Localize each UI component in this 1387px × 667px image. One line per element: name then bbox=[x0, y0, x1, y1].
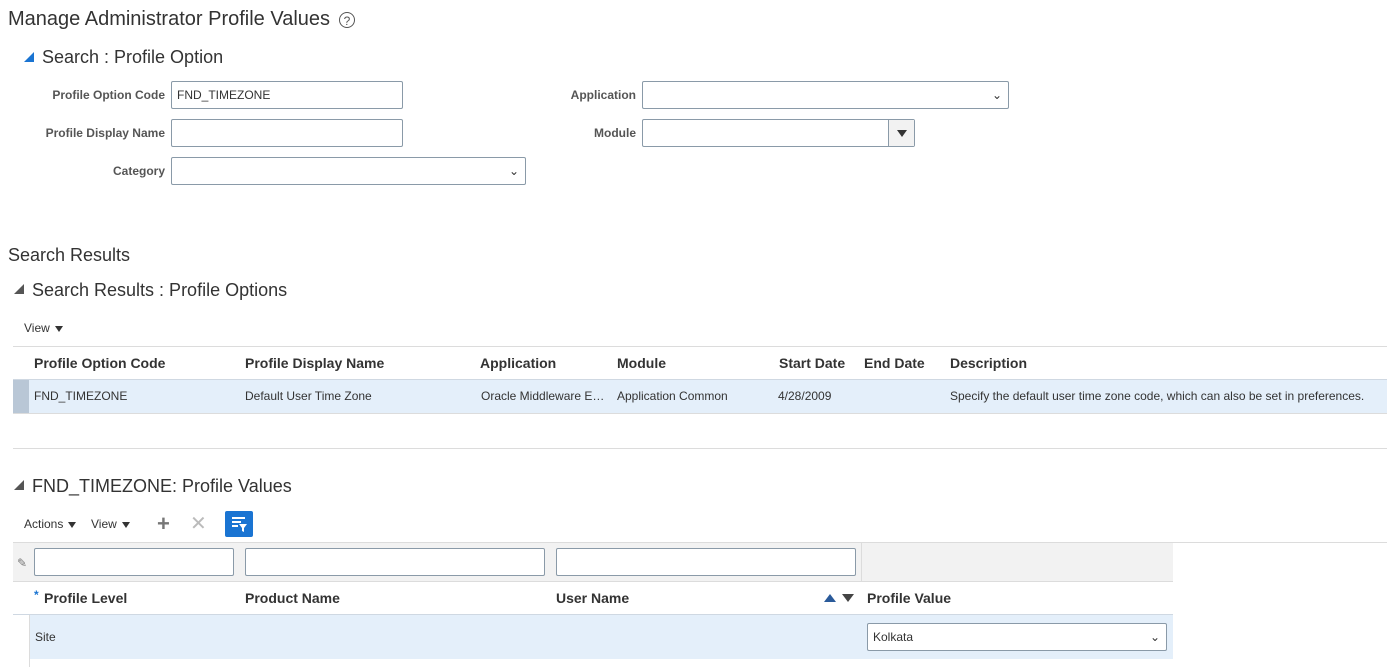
view-menu[interactable]: View bbox=[91, 517, 130, 531]
column-header-profile-level[interactable]: Profile Level bbox=[44, 590, 127, 606]
query-by-example-icon bbox=[232, 517, 247, 532]
chevron-down-icon: ⌄ bbox=[991, 88, 1002, 102]
chevron-down-icon: ⌄ bbox=[508, 164, 519, 178]
table-top-border bbox=[13, 346, 1387, 347]
profile-value-select[interactable]: Kolkata ⌄ bbox=[867, 623, 1167, 651]
column-header-product-name[interactable]: Product Name bbox=[245, 590, 340, 606]
row-gutter bbox=[13, 615, 30, 667]
profile-values-header[interactable]: FND_TIMEZONE: Profile Values bbox=[32, 476, 292, 497]
caret-down-icon bbox=[68, 521, 77, 528]
actions-menu-label: Actions bbox=[24, 517, 64, 531]
filter-profile-level-input[interactable] bbox=[34, 548, 234, 576]
results-panel-header[interactable]: Search Results : Profile Options bbox=[32, 280, 287, 301]
page-title: Manage Administrator Profile Values bbox=[8, 8, 331, 30]
column-header-user-name[interactable]: User Name bbox=[556, 590, 629, 606]
category-select[interactable]: ⌄ bbox=[171, 157, 526, 185]
section-divider bbox=[13, 448, 1387, 449]
actions-menu[interactable]: Actions bbox=[24, 517, 77, 531]
module-combobox[interactable] bbox=[642, 119, 915, 147]
application-select[interactable]: ⌄ bbox=[642, 81, 1009, 109]
collapse-triangle-icon[interactable] bbox=[24, 52, 34, 62]
collapse-triangle-icon[interactable] bbox=[14, 284, 24, 294]
filter-bottom-border bbox=[13, 581, 1173, 582]
cell-start-date: 4/28/2009 bbox=[778, 389, 832, 403]
column-header-profile-value[interactable]: Profile Value bbox=[867, 590, 951, 606]
cell-description: Specify the default user time zone code,… bbox=[950, 389, 1365, 403]
column-header-start-date[interactable]: Start Date bbox=[779, 355, 845, 371]
view-menu-label: View bbox=[91, 517, 117, 531]
cell-profile-option-code: FND_TIMEZONE bbox=[34, 389, 128, 403]
category-label: Category bbox=[112, 164, 165, 178]
search-results-title: Search Results bbox=[8, 245, 131, 265]
column-header-description[interactable]: Description bbox=[950, 355, 1027, 371]
search-section-header[interactable]: Search : Profile Option bbox=[42, 47, 223, 68]
help-icon[interactable]: ? bbox=[339, 12, 355, 28]
required-marker: * bbox=[34, 588, 39, 602]
sort-ascending-icon[interactable] bbox=[824, 594, 836, 602]
filter-divider bbox=[861, 543, 862, 581]
caret-down-icon bbox=[121, 521, 130, 528]
edit-pencil-icon: ✎ bbox=[17, 556, 28, 570]
profile-value-text: Kolkata bbox=[873, 630, 914, 644]
sort-descending-icon[interactable] bbox=[842, 594, 854, 602]
query-by-example-button[interactable] bbox=[225, 511, 253, 537]
profile-display-name-label: Profile Display Name bbox=[45, 126, 165, 140]
remove-icon[interactable]: ✕ bbox=[190, 514, 207, 534]
column-header-profile-option-code[interactable]: Profile Option Code bbox=[34, 355, 165, 371]
column-header-application[interactable]: Application bbox=[480, 355, 556, 371]
column-header-module[interactable]: Module bbox=[617, 355, 666, 371]
profile-option-code-input[interactable]: FND_TIMEZONE bbox=[171, 81, 403, 109]
collapse-triangle-icon[interactable] bbox=[14, 480, 24, 490]
profile-option-code-label: Profile Option Code bbox=[52, 88, 165, 102]
view-menu[interactable]: View bbox=[24, 321, 63, 335]
chevron-down-icon: ⌄ bbox=[1149, 630, 1160, 644]
module-label: Module bbox=[594, 126, 636, 140]
filter-user-name-input[interactable] bbox=[556, 548, 856, 576]
dropdown-arrow-icon[interactable] bbox=[888, 120, 914, 146]
cell-application: Oracle Middleware Extensions for Applica… bbox=[481, 389, 608, 403]
row-bottom-border bbox=[13, 413, 1387, 414]
add-icon[interactable]: + bbox=[157, 513, 170, 535]
cell-profile-display-name: Default User Time Zone bbox=[245, 389, 372, 403]
cell-profile-level: Site bbox=[35, 630, 56, 644]
column-header-profile-display-name[interactable]: Profile Display Name bbox=[245, 355, 384, 371]
caret-down-icon bbox=[54, 325, 63, 332]
view-menu-label: View bbox=[24, 321, 50, 335]
application-label: Application bbox=[570, 88, 636, 102]
cell-module: Application Common bbox=[617, 389, 728, 403]
profile-display-name-input[interactable] bbox=[171, 119, 403, 147]
column-header-end-date[interactable]: End Date bbox=[864, 355, 925, 371]
row-selector[interactable] bbox=[13, 380, 29, 413]
filter-product-name-input[interactable] bbox=[245, 548, 545, 576]
